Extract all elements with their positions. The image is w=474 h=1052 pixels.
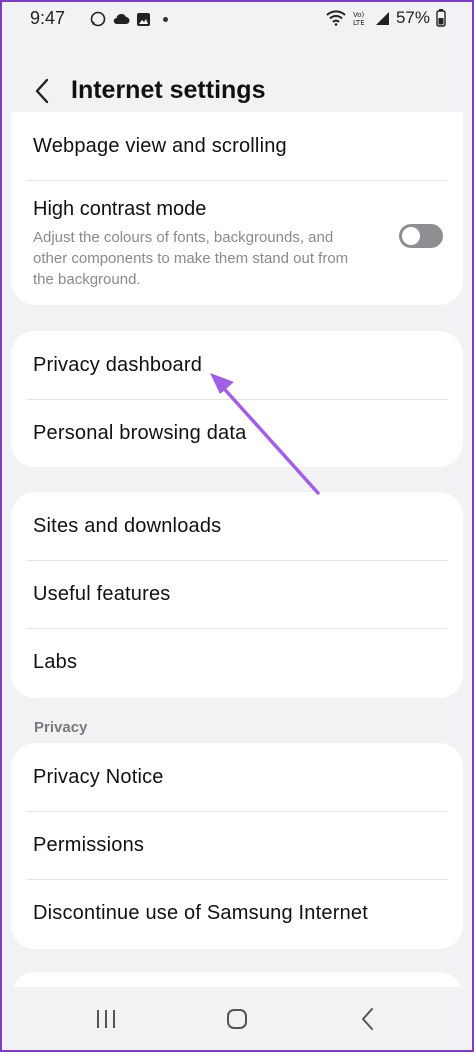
permissions-label: Permissions bbox=[33, 833, 145, 856]
useful-features-item[interactable]: Useful features bbox=[11, 560, 463, 628]
whatsapp-icon bbox=[90, 11, 106, 27]
privacy-notice-label: Privacy Notice bbox=[33, 765, 164, 788]
labs-item[interactable]: Labs bbox=[11, 628, 463, 696]
page-title: Internet settings bbox=[71, 76, 266, 104]
high-contrast-description: Adjust the colours of fonts, backgrounds… bbox=[33, 229, 349, 288]
battery-icon bbox=[436, 9, 446, 27]
privacy-section-label: Privacy bbox=[34, 719, 88, 736]
privacy-card: Privacy Notice Permissions Discontinue u… bbox=[11, 743, 463, 949]
features-card: Sites and downloads Useful features Labs bbox=[11, 492, 463, 698]
webpage-view-item[interactable]: Webpage view and scrolling bbox=[11, 112, 463, 180]
toggle-knob bbox=[402, 227, 420, 245]
signal-icon bbox=[375, 12, 389, 25]
cloud-icon bbox=[113, 13, 130, 25]
svg-text:Vo): Vo) bbox=[353, 11, 365, 19]
personal-browsing-data-label: Personal browsing data bbox=[33, 421, 247, 444]
discontinue-item[interactable]: Discontinue use of Samsung Internet bbox=[11, 879, 463, 947]
wifi-icon bbox=[326, 10, 346, 26]
status-left-icons bbox=[90, 11, 168, 27]
phone-screen: 9:47 Vo) LTE 57% Internet settings Webpa… bbox=[2, 2, 472, 1050]
high-contrast-toggle[interactable] bbox=[399, 224, 443, 248]
privacy-dashboard-label: Privacy dashboard bbox=[33, 353, 203, 376]
privacy-dashboard-card: Privacy dashboard Personal browsing data bbox=[11, 331, 463, 467]
webpage-view-label: Webpage view and scrolling bbox=[33, 134, 287, 157]
home-icon[interactable] bbox=[217, 999, 257, 1039]
recent-apps-icon[interactable] bbox=[86, 999, 126, 1039]
labs-label: Labs bbox=[33, 650, 78, 673]
useful-features-label: Useful features bbox=[33, 582, 171, 605]
back-icon[interactable] bbox=[348, 999, 388, 1039]
system-nav-bar bbox=[2, 987, 472, 1050]
sites-and-downloads-label: Sites and downloads bbox=[33, 514, 222, 537]
privacy-dashboard-item[interactable]: Privacy dashboard bbox=[11, 331, 463, 399]
personal-browsing-data-item[interactable]: Personal browsing data bbox=[11, 399, 463, 467]
svg-text:LTE: LTE bbox=[353, 19, 365, 27]
privacy-notice-item[interactable]: Privacy Notice bbox=[11, 743, 463, 811]
high-contrast-item[interactable]: High contrast mode Adjust the colours of… bbox=[11, 180, 463, 305]
high-contrast-text: High contrast mode Adjust the colours of… bbox=[33, 198, 363, 290]
battery-percent: 57% bbox=[395, 8, 430, 27]
display-settings-card: Webpage view and scrolling High contrast… bbox=[11, 112, 463, 305]
volte-icon: Vo) LTE bbox=[353, 11, 365, 27]
dot-icon bbox=[163, 16, 168, 22]
status-time: 9:47 bbox=[30, 8, 66, 28]
status-bar: 9:47 Vo) LTE 57% bbox=[2, 2, 472, 36]
status-right-icons: Vo) LTE 57% bbox=[326, 8, 446, 28]
image-icon bbox=[137, 12, 150, 26]
high-contrast-title: High contrast mode bbox=[33, 198, 207, 220]
permissions-item[interactable]: Permissions bbox=[11, 811, 463, 879]
back-arrow-icon[interactable] bbox=[30, 76, 54, 106]
discontinue-label: Discontinue use of Samsung Internet bbox=[33, 901, 368, 924]
sites-and-downloads-item[interactable]: Sites and downloads bbox=[11, 492, 463, 560]
